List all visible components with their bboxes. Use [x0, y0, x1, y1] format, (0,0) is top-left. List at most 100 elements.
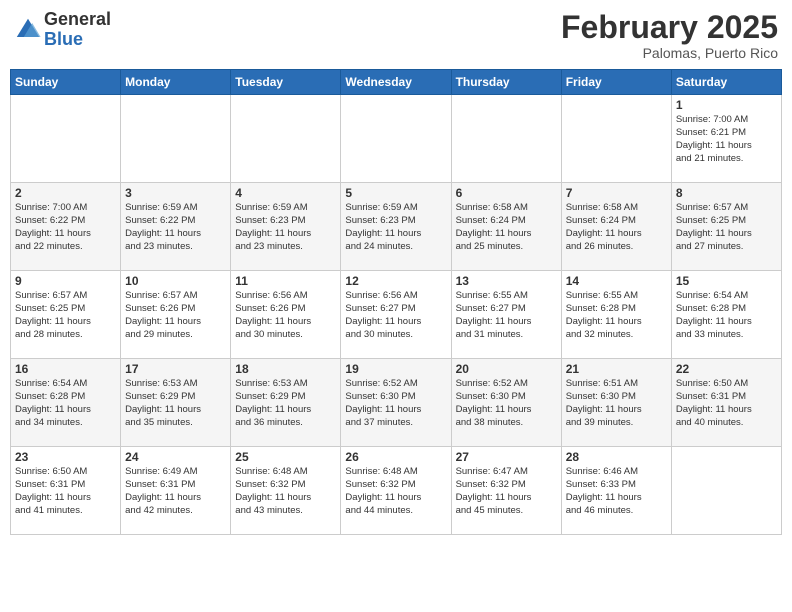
day-header-thursday: Thursday	[451, 70, 561, 95]
calendar-day-cell	[121, 95, 231, 183]
day-info-text: Sunrise: 6:59 AM Sunset: 6:23 PM Dayligh…	[345, 202, 446, 253]
day-number: 4	[235, 186, 336, 200]
day-number: 5	[345, 186, 446, 200]
day-number: 19	[345, 362, 446, 376]
location-subtitle: Palomas, Puerto Rico	[561, 45, 778, 61]
calendar-day-cell	[451, 95, 561, 183]
calendar-day-cell: 8 Sunrise: 6:57 AM Sunset: 6:25 PM Daylig…	[671, 183, 781, 271]
calendar-day-cell	[341, 95, 451, 183]
day-number: 16	[15, 362, 116, 376]
calendar-day-cell: 26 Sunrise: 6:48 AM Sunset: 6:32 PM Dayli…	[341, 447, 451, 535]
calendar-day-cell: 12Sunrise: 6:56 AM Sunset: 6:27 PM Dayli…	[341, 271, 451, 359]
calendar-day-cell	[11, 95, 121, 183]
day-info-text: Sunrise: 6:56 AM Sunset: 6:26 PM Dayligh…	[235, 290, 336, 341]
day-info-text: Sunrise: 6:49 AM Sunset: 6:31 PM Dayligh…	[125, 466, 226, 517]
calendar-table: SundayMondayTuesdayWednesdayThursdayFrid…	[10, 69, 782, 535]
calendar-day-cell	[671, 447, 781, 535]
calendar-day-cell: 27 Sunrise: 6:47 AM Sunset: 6:32 PM Dayli…	[451, 447, 561, 535]
calendar-day-cell: 3Sunrise: 6:59 AM Sunset: 6:22 PM Daylig…	[121, 183, 231, 271]
calendar-day-cell: 4 Sunrise: 6:59 AM Sunset: 6:23 PM Daylig…	[231, 183, 341, 271]
day-info-text: Sunrise: 6:46 AM Sunset: 6:33 PM Dayligh…	[566, 466, 667, 517]
calendar-day-cell: 6 Sunrise: 6:58 AM Sunset: 6:24 PM Daylig…	[451, 183, 561, 271]
day-number: 17	[125, 362, 226, 376]
calendar-day-cell: 5 Sunrise: 6:59 AM Sunset: 6:23 PM Daylig…	[341, 183, 451, 271]
day-info-text: Sunrise: 6:55 AM Sunset: 6:27 PM Dayligh…	[456, 290, 557, 341]
day-number: 23	[15, 450, 116, 464]
day-header-saturday: Saturday	[671, 70, 781, 95]
calendar-day-cell: 10 Sunrise: 6:57 AM Sunset: 6:26 PM Dayli…	[121, 271, 231, 359]
day-number: 10	[125, 274, 226, 288]
day-number: 24	[125, 450, 226, 464]
day-number: 7	[566, 186, 667, 200]
calendar-day-cell: 28 Sunrise: 6:46 AM Sunset: 6:33 PM Dayli…	[561, 447, 671, 535]
day-info-text: Sunrise: 6:59 AM Sunset: 6:22 PM Dayligh…	[125, 202, 226, 253]
calendar-week-row: 9 Sunrise: 6:57 AM Sunset: 6:25 PM Daylig…	[11, 271, 782, 359]
day-info-text: Sunrise: 6:58 AM Sunset: 6:24 PM Dayligh…	[456, 202, 557, 253]
calendar-day-cell: 15 Sunrise: 6:54 AM Sunset: 6:28 PM Dayli…	[671, 271, 781, 359]
day-number: 25	[235, 450, 336, 464]
calendar-day-cell: 21 Sunrise: 6:51 AM Sunset: 6:30 PM Dayli…	[561, 359, 671, 447]
day-number: 21	[566, 362, 667, 376]
day-number: 18	[235, 362, 336, 376]
calendar-week-row: 16 Sunrise: 6:54 AM Sunset: 6:28 PM Dayli…	[11, 359, 782, 447]
day-header-friday: Friday	[561, 70, 671, 95]
day-info-text: Sunrise: 6:57 AM Sunset: 6:25 PM Dayligh…	[15, 290, 116, 341]
day-info-text: Sunrise: 6:53 AM Sunset: 6:29 PM Dayligh…	[125, 378, 226, 429]
calendar-day-cell: 7 Sunrise: 6:58 AM Sunset: 6:24 PM Daylig…	[561, 183, 671, 271]
calendar-day-cell: 14Sunrise: 6:55 AM Sunset: 6:28 PM Dayli…	[561, 271, 671, 359]
day-number: 27	[456, 450, 557, 464]
day-info-text: Sunrise: 6:54 AM Sunset: 6:28 PM Dayligh…	[676, 290, 777, 341]
calendar-day-cell: 20 Sunrise: 6:52 AM Sunset: 6:30 PM Dayli…	[451, 359, 561, 447]
day-info-text: Sunrise: 6:58 AM Sunset: 6:24 PM Dayligh…	[566, 202, 667, 253]
day-info-text: Sunrise: 6:47 AM Sunset: 6:32 PM Dayligh…	[456, 466, 557, 517]
day-info-text: Sunrise: 6:57 AM Sunset: 6:26 PM Dayligh…	[125, 290, 226, 341]
month-title: February 2025	[561, 10, 778, 45]
day-info-text: Sunrise: 6:52 AM Sunset: 6:30 PM Dayligh…	[456, 378, 557, 429]
logo: General Blue	[14, 10, 111, 50]
day-number: 26	[345, 450, 446, 464]
calendar-week-row: 1Sunrise: 7:00 AM Sunset: 6:21 PM Daylig…	[11, 95, 782, 183]
day-number: 20	[456, 362, 557, 376]
logo-blue-text: Blue	[44, 29, 83, 49]
calendar-day-cell	[561, 95, 671, 183]
logo-general-text: General	[44, 9, 111, 29]
day-number: 9	[15, 274, 116, 288]
day-number: 14	[566, 274, 667, 288]
day-info-text: Sunrise: 6:50 AM Sunset: 6:31 PM Dayligh…	[676, 378, 777, 429]
calendar-day-cell: 1Sunrise: 7:00 AM Sunset: 6:21 PM Daylig…	[671, 95, 781, 183]
day-number: 22	[676, 362, 777, 376]
day-number: 15	[676, 274, 777, 288]
day-info-text: Sunrise: 7:00 AM Sunset: 6:22 PM Dayligh…	[15, 202, 116, 253]
day-info-text: Sunrise: 6:57 AM Sunset: 6:25 PM Dayligh…	[676, 202, 777, 253]
calendar-day-cell	[231, 95, 341, 183]
calendar-day-cell: 18 Sunrise: 6:53 AM Sunset: 6:29 PM Dayli…	[231, 359, 341, 447]
day-header-monday: Monday	[121, 70, 231, 95]
day-info-text: Sunrise: 6:51 AM Sunset: 6:30 PM Dayligh…	[566, 378, 667, 429]
header: General Blue February 2025 Palomas, Puer…	[10, 10, 782, 61]
day-info-text: Sunrise: 6:52 AM Sunset: 6:30 PM Dayligh…	[345, 378, 446, 429]
calendar-day-cell: 13 Sunrise: 6:55 AM Sunset: 6:27 PM Dayli…	[451, 271, 561, 359]
calendar-day-cell: 16 Sunrise: 6:54 AM Sunset: 6:28 PM Dayli…	[11, 359, 121, 447]
calendar-day-cell: 24 Sunrise: 6:49 AM Sunset: 6:31 PM Dayli…	[121, 447, 231, 535]
day-info-text: Sunrise: 6:54 AM Sunset: 6:28 PM Dayligh…	[15, 378, 116, 429]
title-area: February 2025 Palomas, Puerto Rico	[561, 10, 778, 61]
calendar-day-cell: 23 Sunrise: 6:50 AM Sunset: 6:31 PM Dayli…	[11, 447, 121, 535]
day-number: 6	[456, 186, 557, 200]
day-number: 13	[456, 274, 557, 288]
calendar-header-row: SundayMondayTuesdayWednesdayThursdayFrid…	[11, 70, 782, 95]
calendar-day-cell: 2 Sunrise: 7:00 AM Sunset: 6:22 PM Daylig…	[11, 183, 121, 271]
day-number: 8	[676, 186, 777, 200]
day-info-text: Sunrise: 6:48 AM Sunset: 6:32 PM Dayligh…	[345, 466, 446, 517]
day-header-tuesday: Tuesday	[231, 70, 341, 95]
day-header-sunday: Sunday	[11, 70, 121, 95]
day-number: 1	[676, 98, 777, 112]
day-number: 2	[15, 186, 116, 200]
day-info-text: Sunrise: 6:59 AM Sunset: 6:23 PM Dayligh…	[235, 202, 336, 253]
calendar-day-cell: 19 Sunrise: 6:52 AM Sunset: 6:30 PM Dayli…	[341, 359, 451, 447]
day-number: 28	[566, 450, 667, 464]
day-number: 11	[235, 274, 336, 288]
calendar-day-cell: 11 Sunrise: 6:56 AM Sunset: 6:26 PM Dayli…	[231, 271, 341, 359]
day-info-text: Sunrise: 6:50 AM Sunset: 6:31 PM Dayligh…	[15, 466, 116, 517]
day-info-text: Sunrise: 6:53 AM Sunset: 6:29 PM Dayligh…	[235, 378, 336, 429]
calendar-day-cell: 25Sunrise: 6:48 AM Sunset: 6:32 PM Dayli…	[231, 447, 341, 535]
